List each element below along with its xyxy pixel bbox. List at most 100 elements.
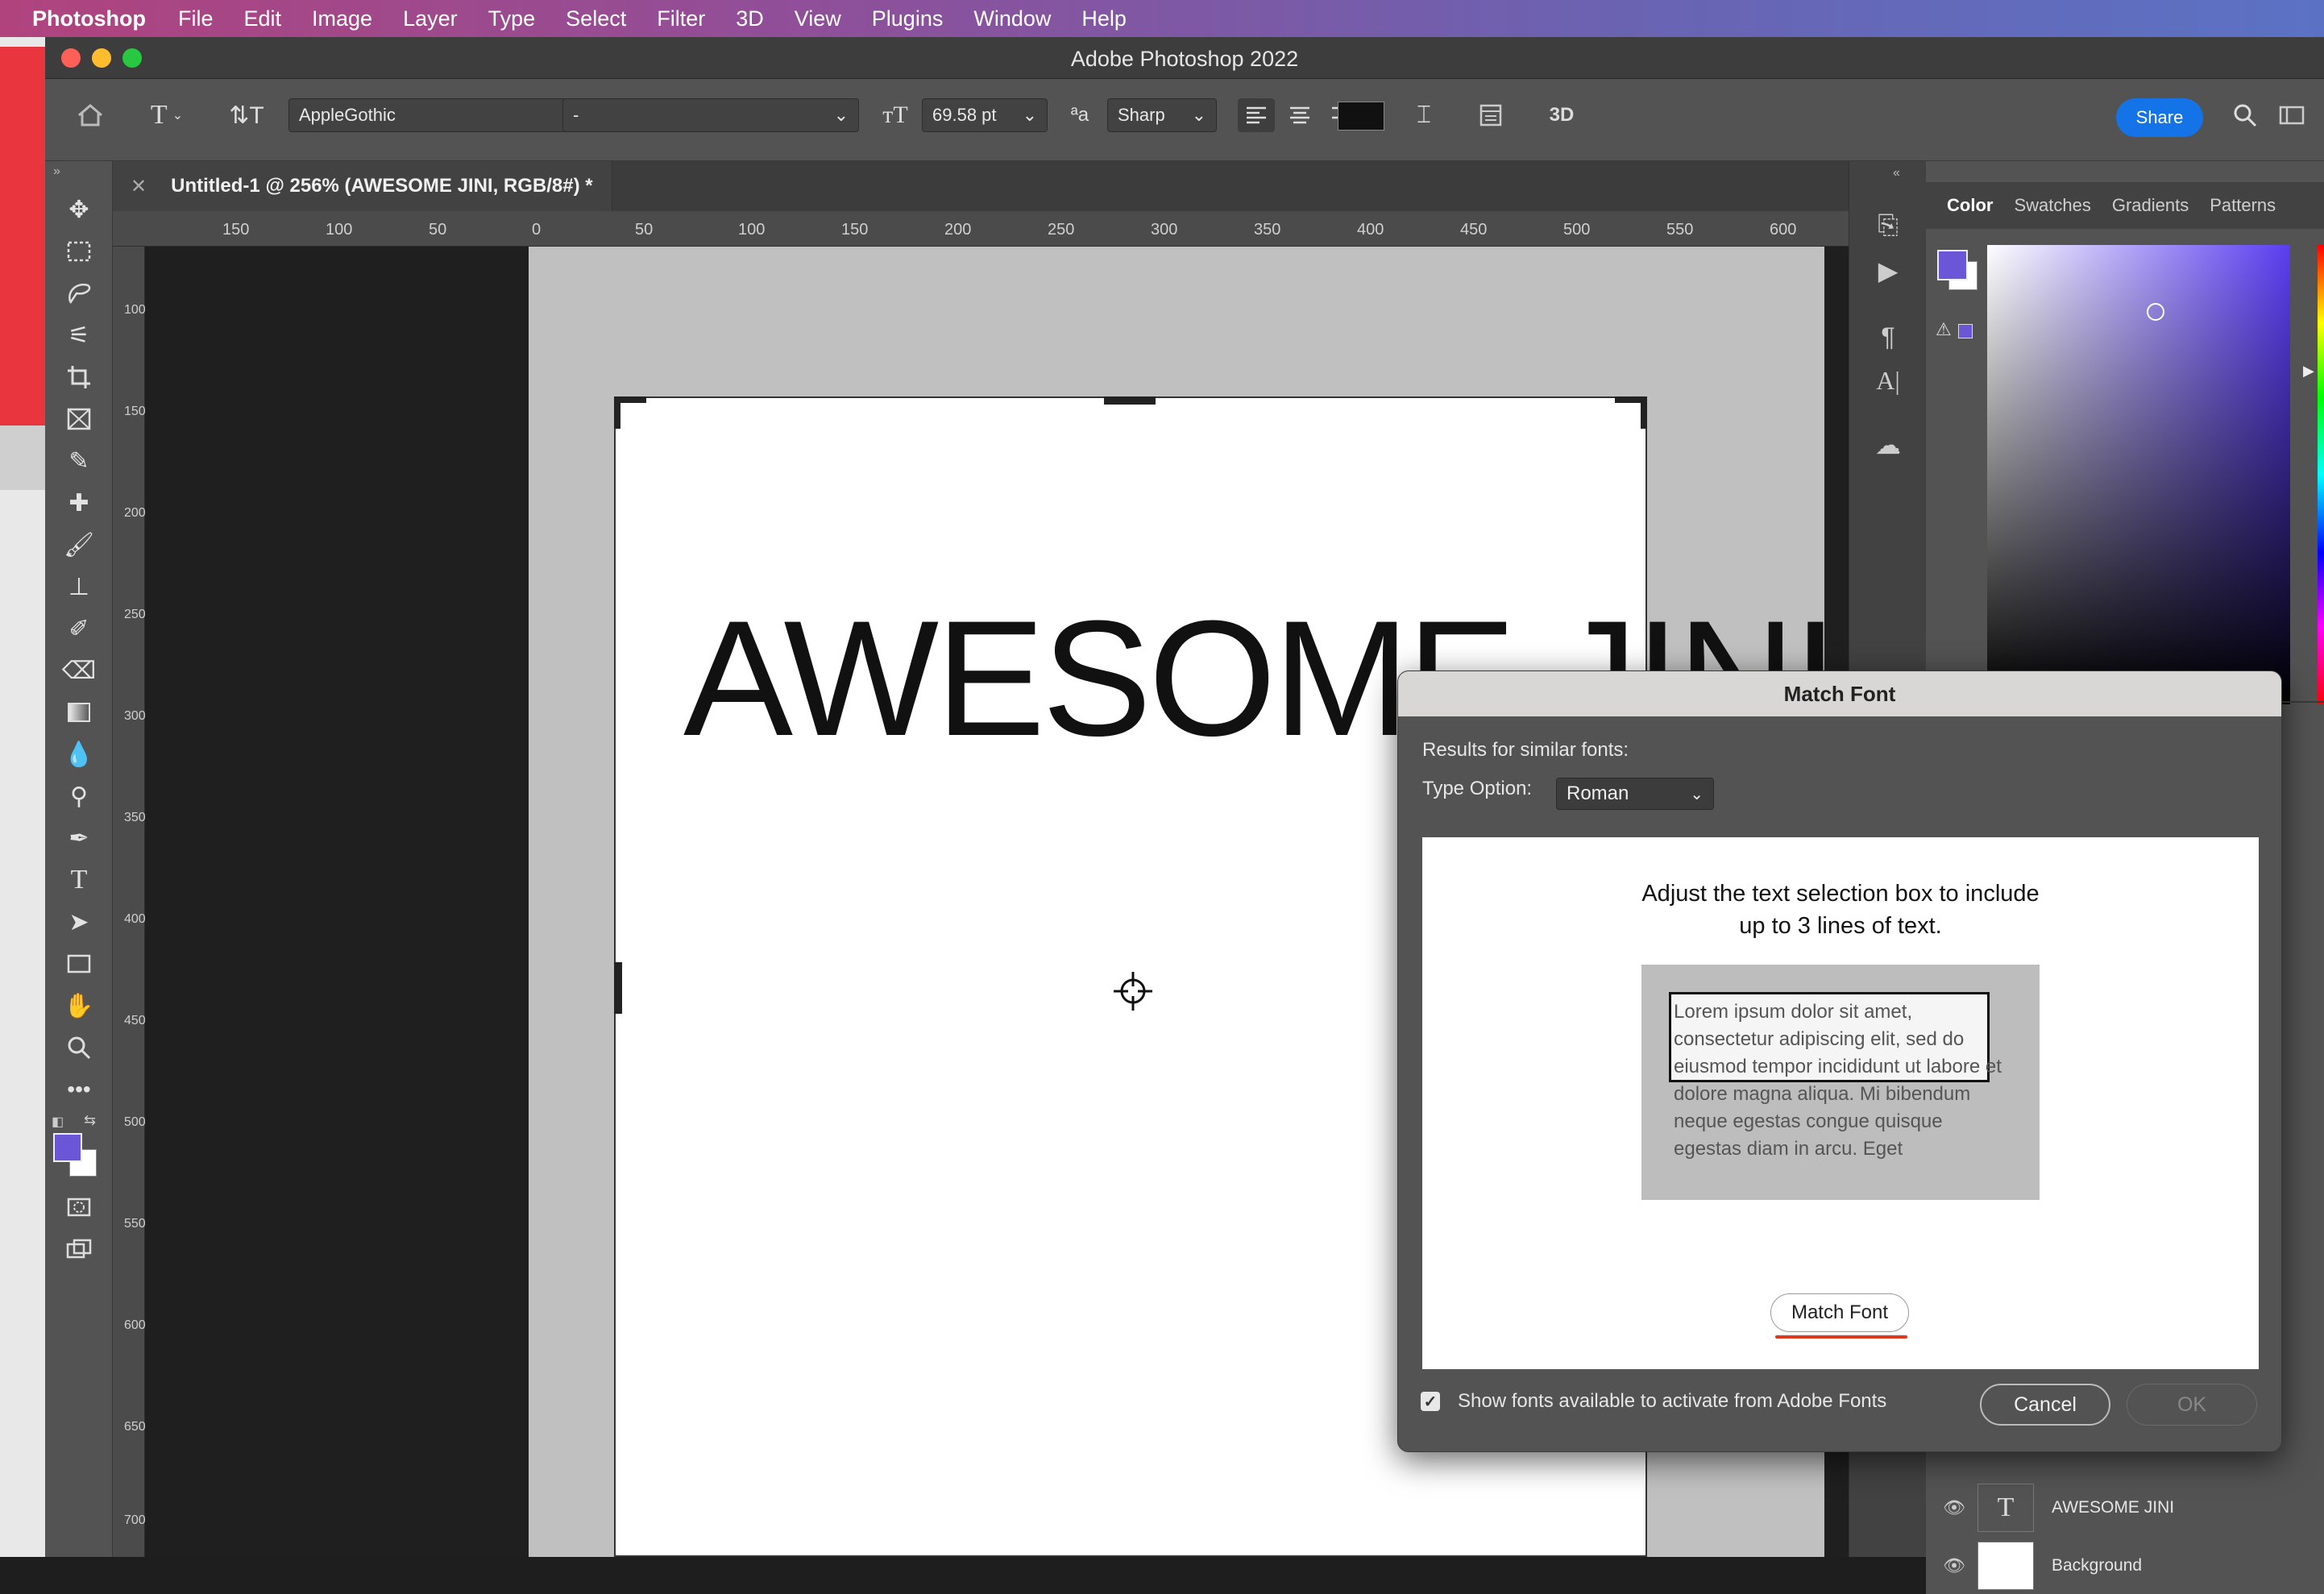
gradient-tool-icon[interactable] [60,695,98,730]
transform-handle[interactable] [1641,396,1647,429]
menu-file[interactable]: File [178,6,214,31]
text-color-chip[interactable] [1338,102,1384,131]
menu-filter[interactable]: Filter [657,6,705,31]
home-icon[interactable] [69,98,111,132]
visibility-eye-icon[interactable]: 👁 [1934,1555,1974,1576]
path-selection-tool-icon[interactable]: ➤ [60,904,98,940]
color-picker-handle[interactable] [2147,303,2164,321]
character-icon[interactable]: A| [1865,363,1911,398]
eraser-tool-icon[interactable]: ⌫ [60,653,98,688]
warp-text-icon[interactable]: ⌶ [1405,98,1442,132]
clone-stamp-tool-icon[interactable]: ⊥ [60,569,98,604]
pen-tool-icon[interactable]: ✒ [60,820,98,856]
3d-button[interactable]: 3D [1544,98,1579,132]
font-family-select[interactable]: AppleGothic⌄ [288,98,590,132]
move-tool-icon[interactable]: ✥ [60,192,98,227]
align-center-icon[interactable] [1281,98,1318,132]
workspace-icon[interactable] [2274,98,2309,132]
font-style-select[interactable]: - ⌄ [562,98,859,132]
type-tool-icon[interactable]: T [60,862,98,898]
history-brush-tool-icon[interactable]: ✐ [60,611,98,646]
foreground-color-swatch[interactable] [53,1133,82,1162]
rectangle-tool-icon[interactable] [60,946,98,982]
font-size-field[interactable]: 69.58 pt ⌄ [922,98,1048,132]
menu-type[interactable]: Type [488,6,536,31]
type-tool-preset-icon[interactable]: T ⌄ [142,98,192,132]
search-icon[interactable] [2229,98,2261,132]
brush-tool-icon[interactable]: 🖌 [60,527,98,562]
gamut-color-chip[interactable] [1958,324,1973,338]
crop-tool-icon[interactable] [60,359,98,395]
hue-slider-pointer-icon[interactable]: ▶ [2303,363,2314,380]
menu-image[interactable]: Image [312,6,372,31]
more-tools-icon[interactable]: ••• [60,1072,98,1107]
lasso-tool-icon[interactable] [60,276,98,311]
menu-app-photoshop[interactable]: Photoshop [32,6,146,31]
type-option-select[interactable]: Roman ⌄ [1556,778,1714,810]
font-size-value: 69.58 pt [932,105,997,125]
layer-row[interactable]: 👁 T AWESOME JINI [1926,1480,2324,1536]
anti-alias-select[interactable]: Sharp ⌄ [1107,98,1217,132]
instruction-text: Adjust the text selection box to include… [1422,878,2259,942]
hue-slider[interactable] [2318,245,2324,704]
blur-tool-icon[interactable]: 💧 [60,737,98,772]
chevron-down-icon: ⌄ [1690,785,1704,803]
transform-handle[interactable] [614,396,620,429]
document-tab-title: Untitled-1 @ 256% (AWESOME JINI, RGB/8#)… [171,175,593,197]
character-paragraph-panel-icon[interactable] [1471,98,1510,132]
color-field[interactable] [1987,245,2290,704]
tab-color[interactable]: Color [1947,195,1993,216]
dodge-tool-icon[interactable]: ⚲ [60,778,98,814]
collapse-toolbar-icon[interactable]: » [53,164,60,179]
paragraph-icon[interactable]: ¶ [1865,319,1911,355]
menu-select[interactable]: Select [566,6,626,31]
layer-name[interactable]: Background [2052,1556,2142,1575]
ruler-label: 350 [1254,221,1281,239]
healing-brush-tool-icon[interactable]: ✚ [60,485,98,521]
window-title: Adobe Photoshop 2022 [1070,47,1299,71]
ok-button[interactable]: OK [2127,1384,2257,1426]
tab-swatches[interactable]: Swatches [2014,195,2090,216]
tab-gradients[interactable]: Gradients [2112,195,2189,216]
visibility-eye-icon[interactable]: 👁 [1934,1497,1974,1518]
layer-row[interactable]: 👁 Background 🔒 [1926,1538,2324,1594]
marquee-tool-icon[interactable] [60,234,98,269]
magic-wand-tool-icon[interactable]: ⚟ [60,318,98,353]
swap-colors-icon[interactable]: ⇆ [84,1112,96,1129]
transform-handle[interactable] [1104,396,1156,405]
menu-3d[interactable]: 3D [736,6,764,31]
history-icon[interactable]: ⎘ [1865,208,1911,243]
toggle-text-orientation-icon[interactable]: ⇅T [227,98,266,132]
menu-window[interactable]: Window [973,6,1051,31]
align-left-icon[interactable] [1238,98,1275,132]
panel-foreground-swatch[interactable] [1937,250,1968,280]
layer-name[interactable]: AWESOME JINI [2052,1498,2174,1517]
actions-play-icon[interactable]: ▶ [1865,253,1911,288]
menu-plugins[interactable]: Plugins [872,6,944,31]
quick-mask-icon[interactable] [60,1189,98,1225]
zoom-tool-icon[interactable] [60,1030,98,1065]
menu-edit[interactable]: Edit [244,6,282,31]
frame-tool-icon[interactable] [60,401,98,437]
cancel-button[interactable]: Cancel [1980,1384,2110,1426]
collapse-panels-icon[interactable]: « [1893,166,1900,181]
glyphs-icon[interactable]: ☁ [1865,427,1911,463]
hand-tool-icon[interactable]: ✋ [60,988,98,1023]
show-adobe-fonts-checkbox[interactable]: ✓ [1421,1392,1440,1411]
tab-patterns[interactable]: Patterns [2210,195,2276,216]
chevron-down-icon: ⌄ [833,105,849,125]
eyedropper-tool-icon[interactable]: ✎ [60,443,98,479]
document-tab[interactable]: ✕ Untitled-1 @ 256% (AWESOME JINI, RGB/8… [113,161,612,211]
anti-alias-icon: ªa [1070,104,1089,126]
default-colors-icon[interactable]: ◧ [52,1114,64,1130]
match-font-button[interactable]: Match Font [1770,1293,1909,1332]
share-button[interactable]: Share [2116,98,2203,137]
menu-layer[interactable]: Layer [403,6,458,31]
menu-view[interactable]: View [795,6,841,31]
close-document-icon[interactable]: ✕ [131,175,147,198]
menu-help[interactable]: Help [1081,6,1127,31]
ruler-label: 300 [124,709,146,723]
transform-handle[interactable] [614,962,622,1014]
screen-mode-icon[interactable] [60,1231,98,1267]
ruler-label: 500 [124,1115,146,1129]
